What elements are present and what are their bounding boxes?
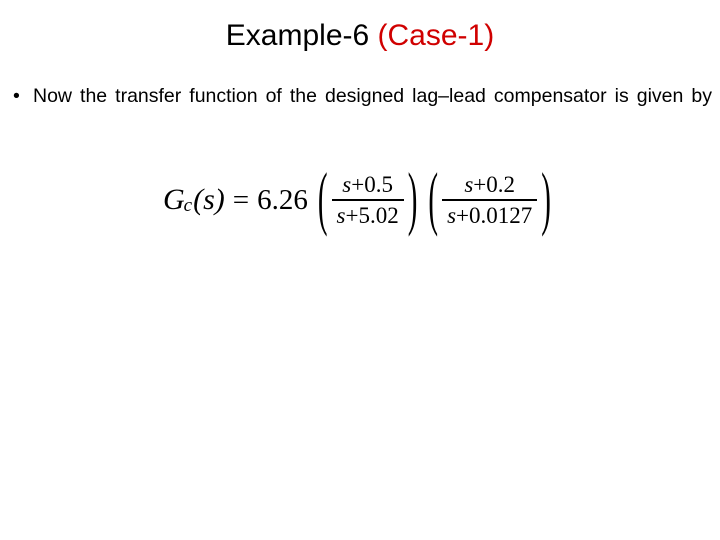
fraction-2-denominator-var: s [447, 203, 457, 228]
list-item-text: Now the transfer function of the designe… [33, 85, 712, 107]
fraction-2: s+0.2 s+0.0127 [442, 173, 538, 227]
equation-lhs-subscript: c [183, 195, 193, 216]
fraction-1-numerator-rest: +0.5 [351, 172, 393, 197]
page-title-main: Example-6 [225, 19, 378, 52]
equation-block: Gc (s) = 6.26 ( s+0.5 s+5.02 ) ( s+0.2 s+… [163, 160, 552, 238]
bullet-marker-icon: • [13, 85, 20, 107]
equation-equals-sign: = [232, 183, 250, 216]
equation-factor-1: ( s+0.5 s+5.02 ) [317, 160, 419, 238]
equation-lhs-variable: G [163, 183, 185, 216]
open-paren-1: ( [317, 159, 328, 238]
page-title: Example-6 (Case-1) [0, 16, 720, 56]
equation-gain: 6.26 [257, 183, 308, 216]
fraction-1-numerator-var: s [342, 172, 352, 197]
fraction-1-denominator: s+5.02 [332, 201, 404, 227]
fraction-1-numerator: s+0.5 [337, 173, 398, 199]
fraction-2-denominator: s+0.0127 [442, 201, 537, 227]
fraction-1-denominator-rest: +5.02 [345, 203, 399, 228]
open-paren-2: ( [428, 159, 439, 238]
close-paren-2: ) [541, 159, 551, 238]
body-content: • Now the transfer function of the desig… [8, 82, 712, 140]
list-item: • Now the transfer function of the desig… [8, 82, 712, 140]
page-title-accent: (Case-1) [377, 19, 495, 52]
equation-factor-2: ( s+0.2 s+0.0127 ) [427, 160, 552, 238]
fraction-2-numerator-rest: +0.2 [473, 172, 516, 197]
slide-canvas: Example-6 (Case-1) • Now the transfer fu… [0, 0, 720, 540]
fraction-1-denominator-var: s [336, 203, 346, 228]
equation-lhs-argument: (s) [193, 183, 225, 216]
fraction-2-numerator-var: s [464, 172, 474, 197]
fraction-1: s+0.5 s+5.02 [331, 173, 404, 227]
fraction-2-numerator: s+0.2 [459, 173, 520, 199]
fraction-2-denominator-rest: +0.0127 [456, 203, 533, 228]
close-paren-1: ) [407, 159, 418, 238]
